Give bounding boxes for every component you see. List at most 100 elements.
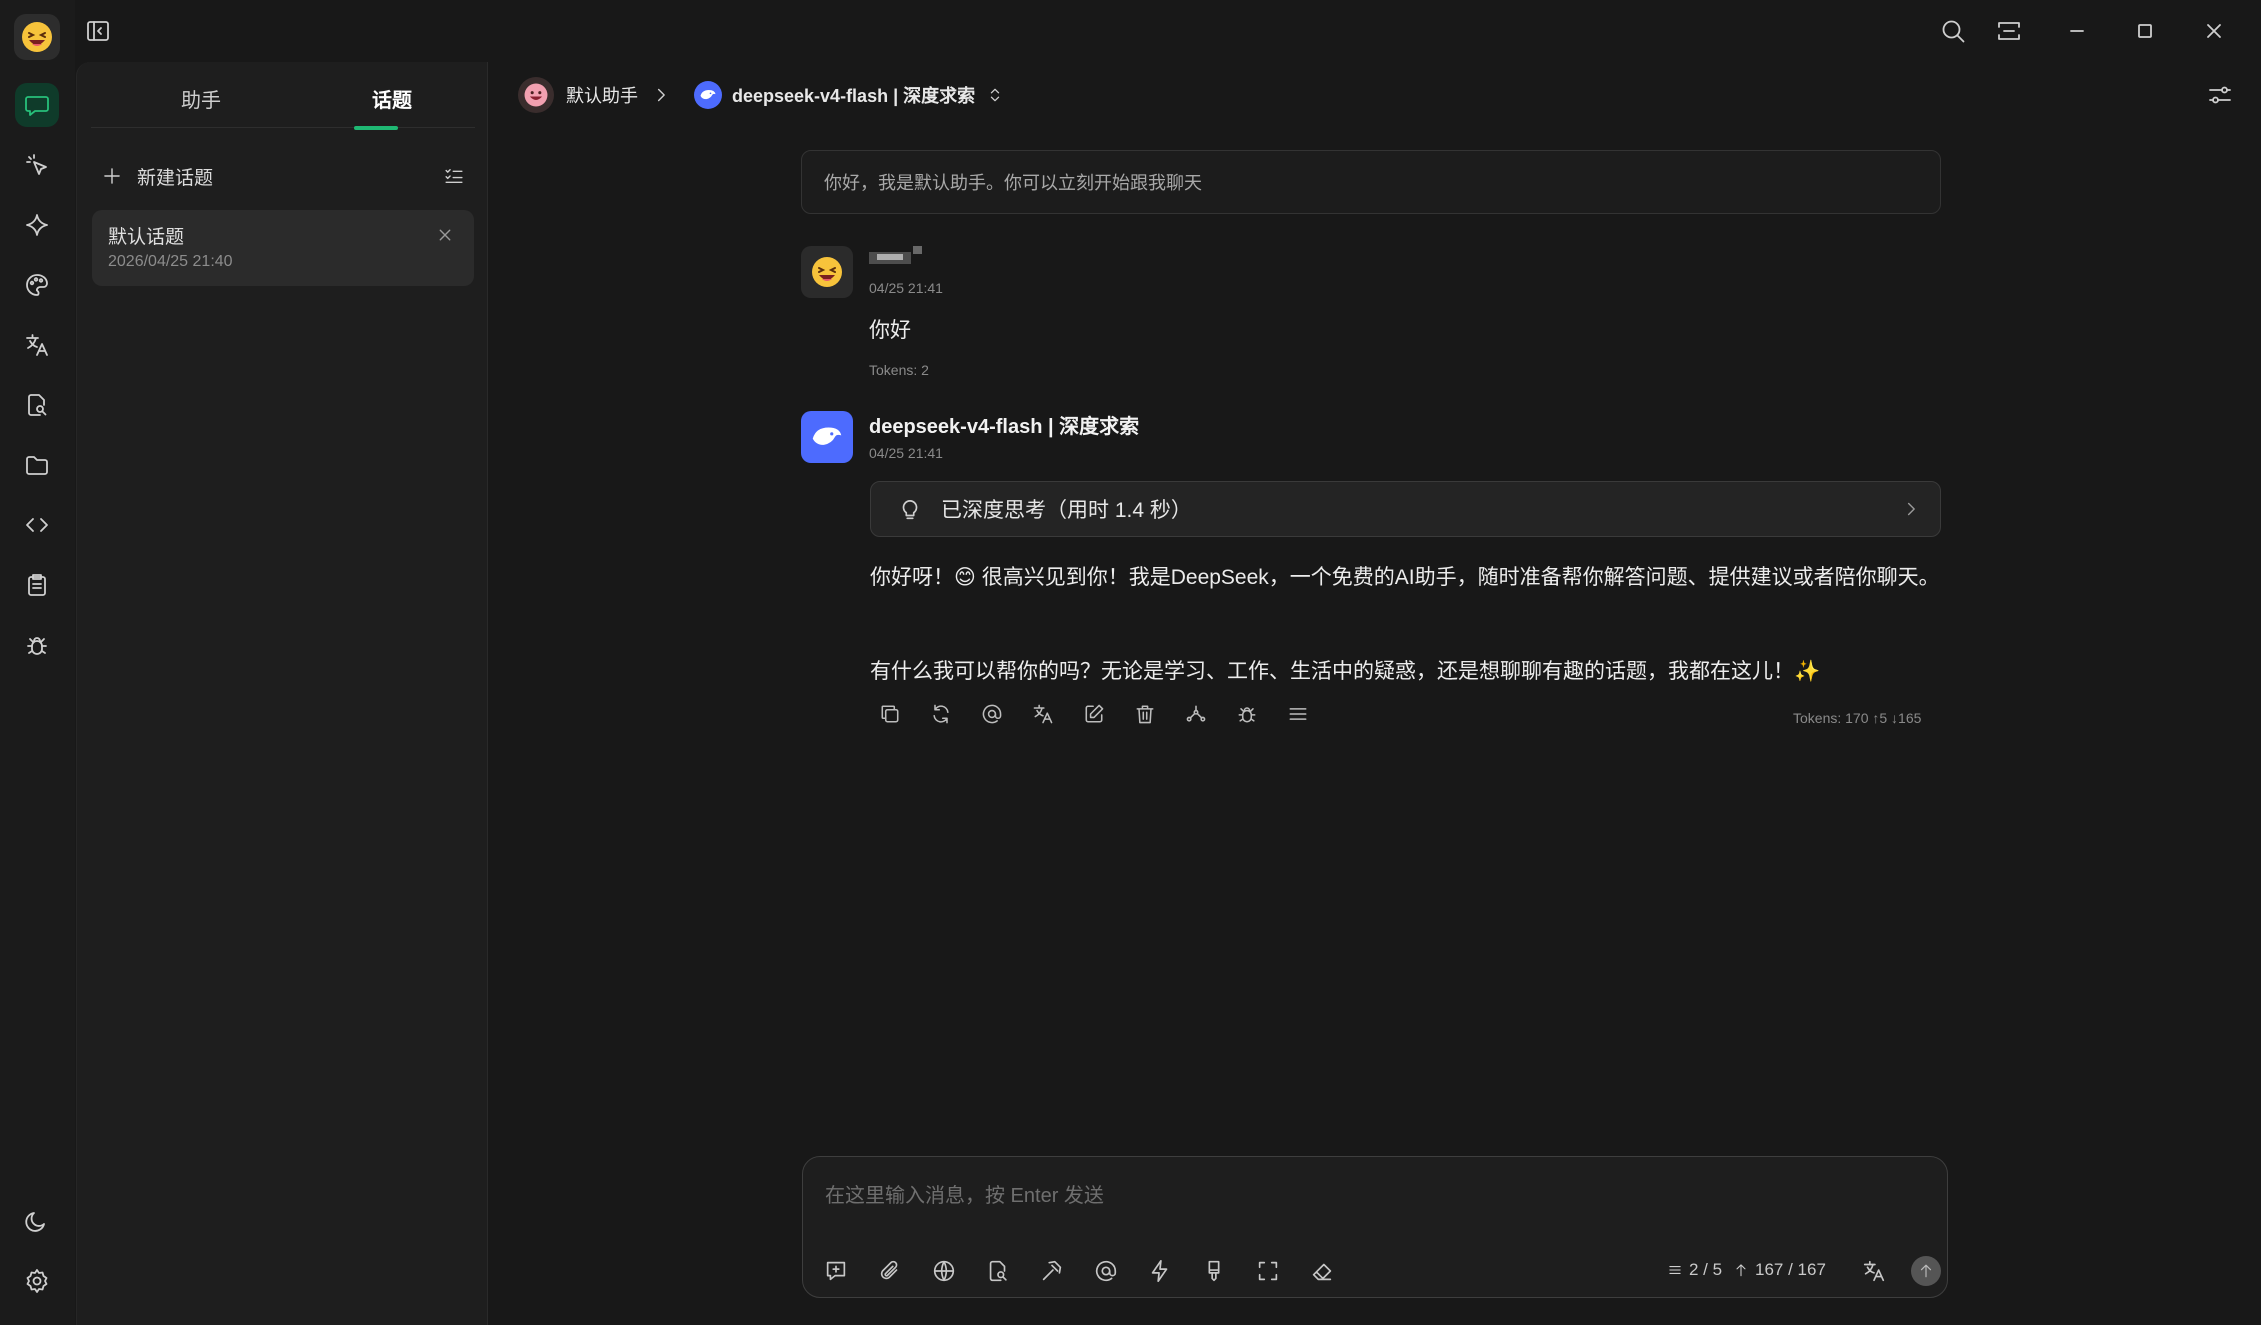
nav-chat[interactable] bbox=[15, 83, 59, 127]
send-button[interactable] bbox=[1911, 1256, 1941, 1286]
topic-time: 2026/04/25 21:40 bbox=[108, 253, 233, 270]
regenerate-button[interactable] bbox=[923, 696, 974, 732]
document-search-icon bbox=[989, 1260, 1007, 1282]
context-count[interactable]: 2 / 5 bbox=[1667, 1260, 1722, 1280]
close-icon[interactable] bbox=[434, 224, 456, 246]
nav-sparkle[interactable] bbox=[15, 203, 59, 247]
translate-icon bbox=[1033, 704, 1053, 724]
toggle-sidebar-button[interactable] bbox=[81, 14, 115, 48]
cursor-sparkle-icon bbox=[26, 154, 47, 175]
nav-theme[interactable] bbox=[15, 1199, 59, 1243]
panel-tabs: 助手 话题 bbox=[91, 80, 475, 128]
chevron-updown-icon bbox=[990, 88, 1000, 102]
chevron-right-icon bbox=[657, 88, 665, 102]
mention-button[interactable] bbox=[974, 696, 1025, 732]
knowledge-button[interactable] bbox=[979, 1253, 1033, 1289]
web-search-button[interactable] bbox=[925, 1253, 979, 1289]
edit-icon bbox=[1085, 704, 1104, 723]
user-message-tokens: Tokens: 2 bbox=[869, 362, 929, 378]
model-avatar bbox=[801, 411, 853, 463]
assistant-message-tokens: Tokens: 170 ↑5 ↓165 bbox=[1793, 710, 1922, 726]
sidebar-toggle-icon bbox=[87, 21, 109, 41]
input-toolbar bbox=[817, 1253, 1357, 1289]
title-bar bbox=[75, 0, 2261, 62]
branch-button[interactable] bbox=[1178, 696, 1229, 732]
translate-icon bbox=[1863, 1260, 1885, 1282]
code-icon bbox=[26, 518, 48, 532]
chat-settings-button[interactable] bbox=[2203, 78, 2237, 112]
mention-model-button[interactable] bbox=[1087, 1253, 1141, 1289]
branch-icon bbox=[1186, 705, 1206, 722]
translate-input-button[interactable] bbox=[1855, 1253, 1909, 1289]
at-icon bbox=[982, 704, 1002, 724]
thinking-collapse[interactable]: 已深度思考（用时 1.4 秒） bbox=[870, 481, 1941, 537]
close-icon bbox=[2207, 24, 2221, 38]
message-input[interactable]: 在这里输入消息，按 Enter 发送 bbox=[825, 1179, 1104, 1208]
topic-item[interactable]: 默认话题 2026/04/25 21:40 bbox=[92, 210, 474, 286]
new-topic-input-button[interactable] bbox=[817, 1253, 871, 1289]
attach-button[interactable] bbox=[871, 1253, 925, 1289]
active-tab-indicator bbox=[354, 126, 398, 130]
mini-window-button[interactable] bbox=[1992, 14, 2026, 48]
user-avatar[interactable] bbox=[14, 14, 60, 60]
nav-agents[interactable] bbox=[15, 143, 59, 187]
gear-icon bbox=[26, 1269, 48, 1293]
assistant-name: 默认助手 bbox=[566, 86, 638, 106]
nav-folder[interactable] bbox=[15, 443, 59, 487]
minimize-icon bbox=[2070, 30, 2084, 32]
nav-plugins[interactable] bbox=[15, 623, 59, 667]
debug-button[interactable] bbox=[1229, 696, 1280, 732]
nav-settings[interactable] bbox=[15, 1259, 59, 1303]
more-button[interactable] bbox=[1280, 696, 1331, 732]
maximize-button[interactable] bbox=[2128, 14, 2162, 48]
list-check-icon[interactable] bbox=[443, 165, 465, 187]
user-message-text: 你好 bbox=[869, 319, 911, 342]
whale-icon bbox=[700, 90, 716, 100]
plus-icon bbox=[104, 168, 120, 184]
translate-button[interactable] bbox=[1025, 696, 1076, 732]
nav-files-search[interactable] bbox=[15, 383, 59, 427]
chat-icon bbox=[25, 96, 49, 116]
user-message-time: 04/25 21:41 bbox=[869, 280, 943, 296]
tools-button[interactable] bbox=[1033, 1253, 1087, 1289]
nav-code[interactable] bbox=[15, 503, 59, 547]
new-topic-button[interactable]: 新建话题 bbox=[101, 154, 465, 198]
copy-button[interactable] bbox=[872, 696, 923, 732]
quick-phrase-button[interactable] bbox=[1141, 1253, 1195, 1289]
grinning-face-icon bbox=[524, 83, 548, 107]
at-icon bbox=[1095, 1260, 1117, 1282]
clear-context-button[interactable] bbox=[1195, 1253, 1249, 1289]
hammer-icon bbox=[1042, 1260, 1062, 1281]
copy-icon bbox=[881, 705, 899, 723]
close-window-button[interactable] bbox=[2197, 14, 2231, 48]
token-count-text: 167 / 167 bbox=[1755, 1260, 1826, 1279]
laughing-face-icon bbox=[812, 257, 842, 287]
message-input-box: 在这里输入消息，按 Enter 发送 2 / 5 167 / 167 bbox=[802, 1156, 1948, 1298]
edit-button[interactable] bbox=[1076, 696, 1127, 732]
chat-main: 默认助手 deepseek-v4-flash | 深度求索 你好，我是默认助手。… bbox=[489, 62, 2261, 1325]
chevron-right-icon bbox=[1907, 502, 1915, 516]
document-search-icon bbox=[28, 394, 47, 416]
assistant-crumb[interactable]: 默认助手 bbox=[518, 76, 672, 114]
eraser-icon bbox=[1312, 1263, 1332, 1281]
lightning-icon bbox=[1151, 1259, 1168, 1283]
nav-translate[interactable] bbox=[15, 323, 59, 367]
assistant-paragraph-2: 有什么我可以帮你的吗？无论是学习、工作、生活中的疑惑，还是想聊聊有趣的话题，我都… bbox=[870, 660, 1821, 683]
model-selector[interactable]: deepseek-v4-flash | 深度求索 bbox=[694, 76, 1005, 114]
delete-button[interactable] bbox=[1127, 696, 1178, 732]
minimize-button[interactable] bbox=[2060, 14, 2094, 48]
nav-paint[interactable] bbox=[15, 263, 59, 307]
fullscreen-icon bbox=[1258, 1261, 1278, 1281]
search-button[interactable] bbox=[1936, 14, 1970, 48]
search-icon bbox=[1942, 20, 1965, 43]
clear-input-button[interactable] bbox=[1303, 1253, 1357, 1289]
nav-notes[interactable] bbox=[15, 563, 59, 607]
topics-panel: 助手 话题 新建话题 默认话题 2026/04/25 21:40 bbox=[76, 62, 488, 1325]
palette-icon bbox=[26, 274, 48, 296]
assistant-avatar bbox=[518, 77, 554, 113]
mini-window-icon bbox=[1998, 22, 2020, 40]
tab-topics[interactable]: 话题 bbox=[312, 84, 472, 113]
sparkle-icon bbox=[26, 214, 48, 236]
expand-button[interactable] bbox=[1249, 1253, 1303, 1289]
tab-assistants[interactable]: 助手 bbox=[121, 84, 281, 113]
